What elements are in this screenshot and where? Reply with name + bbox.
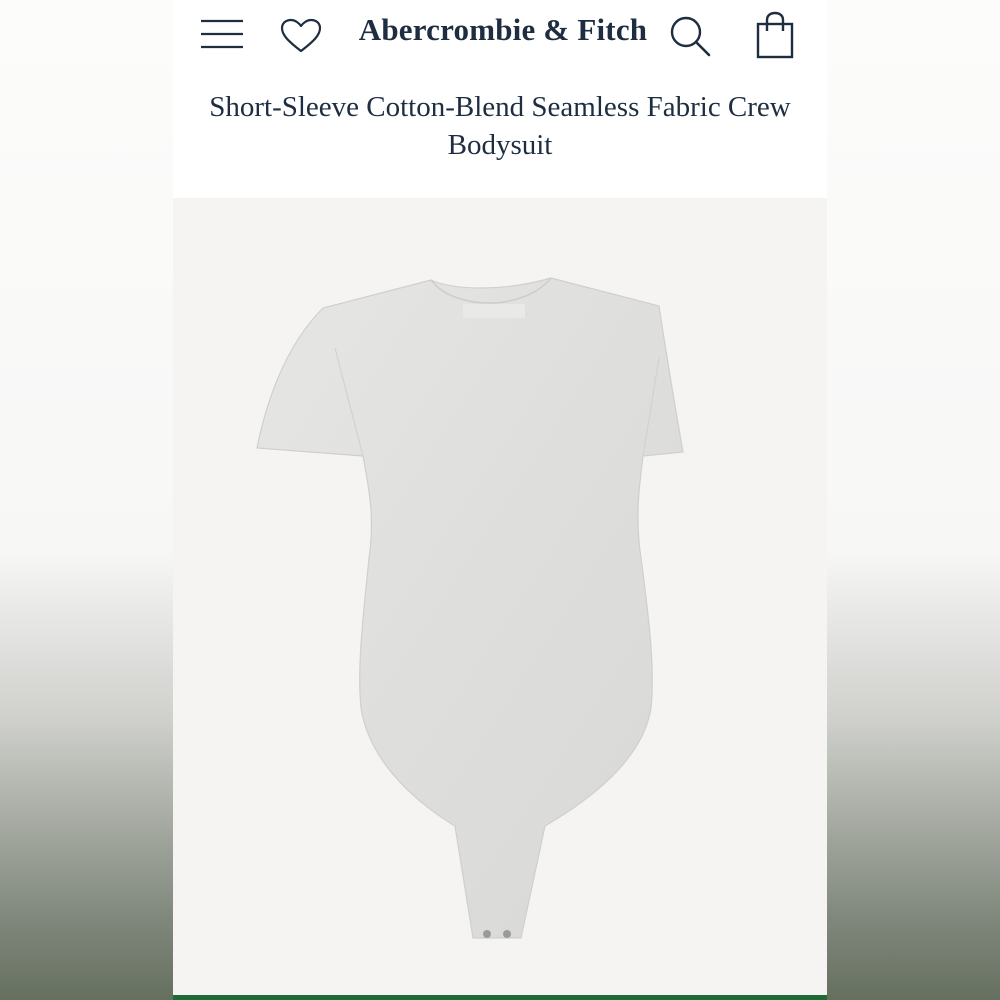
heart-icon	[280, 18, 322, 53]
wishlist-button[interactable]	[279, 16, 323, 56]
menu-button[interactable]	[199, 14, 245, 54]
bodysuit-illustration	[256, 277, 684, 939]
top-nav-bar: Abercrombie & Fitch	[173, 0, 827, 72]
menu-icon	[201, 19, 243, 49]
shopping-bag-button[interactable]	[751, 10, 799, 60]
brand-logo[interactable]: Abercrombie & Fitch	[353, 12, 653, 52]
search-icon	[670, 16, 711, 57]
search-button[interactable]	[667, 14, 713, 58]
shopping-bag-icon	[756, 11, 794, 59]
product-page: Abercrombie & Fitch Short-Sleeve Cotton-…	[173, 0, 827, 1000]
product-image[interactable]	[173, 198, 827, 995]
bottom-accent-bar	[173, 995, 827, 1000]
product-title: Short-Sleeve Cotton-Blend Seamless Fabri…	[209, 91, 791, 161]
